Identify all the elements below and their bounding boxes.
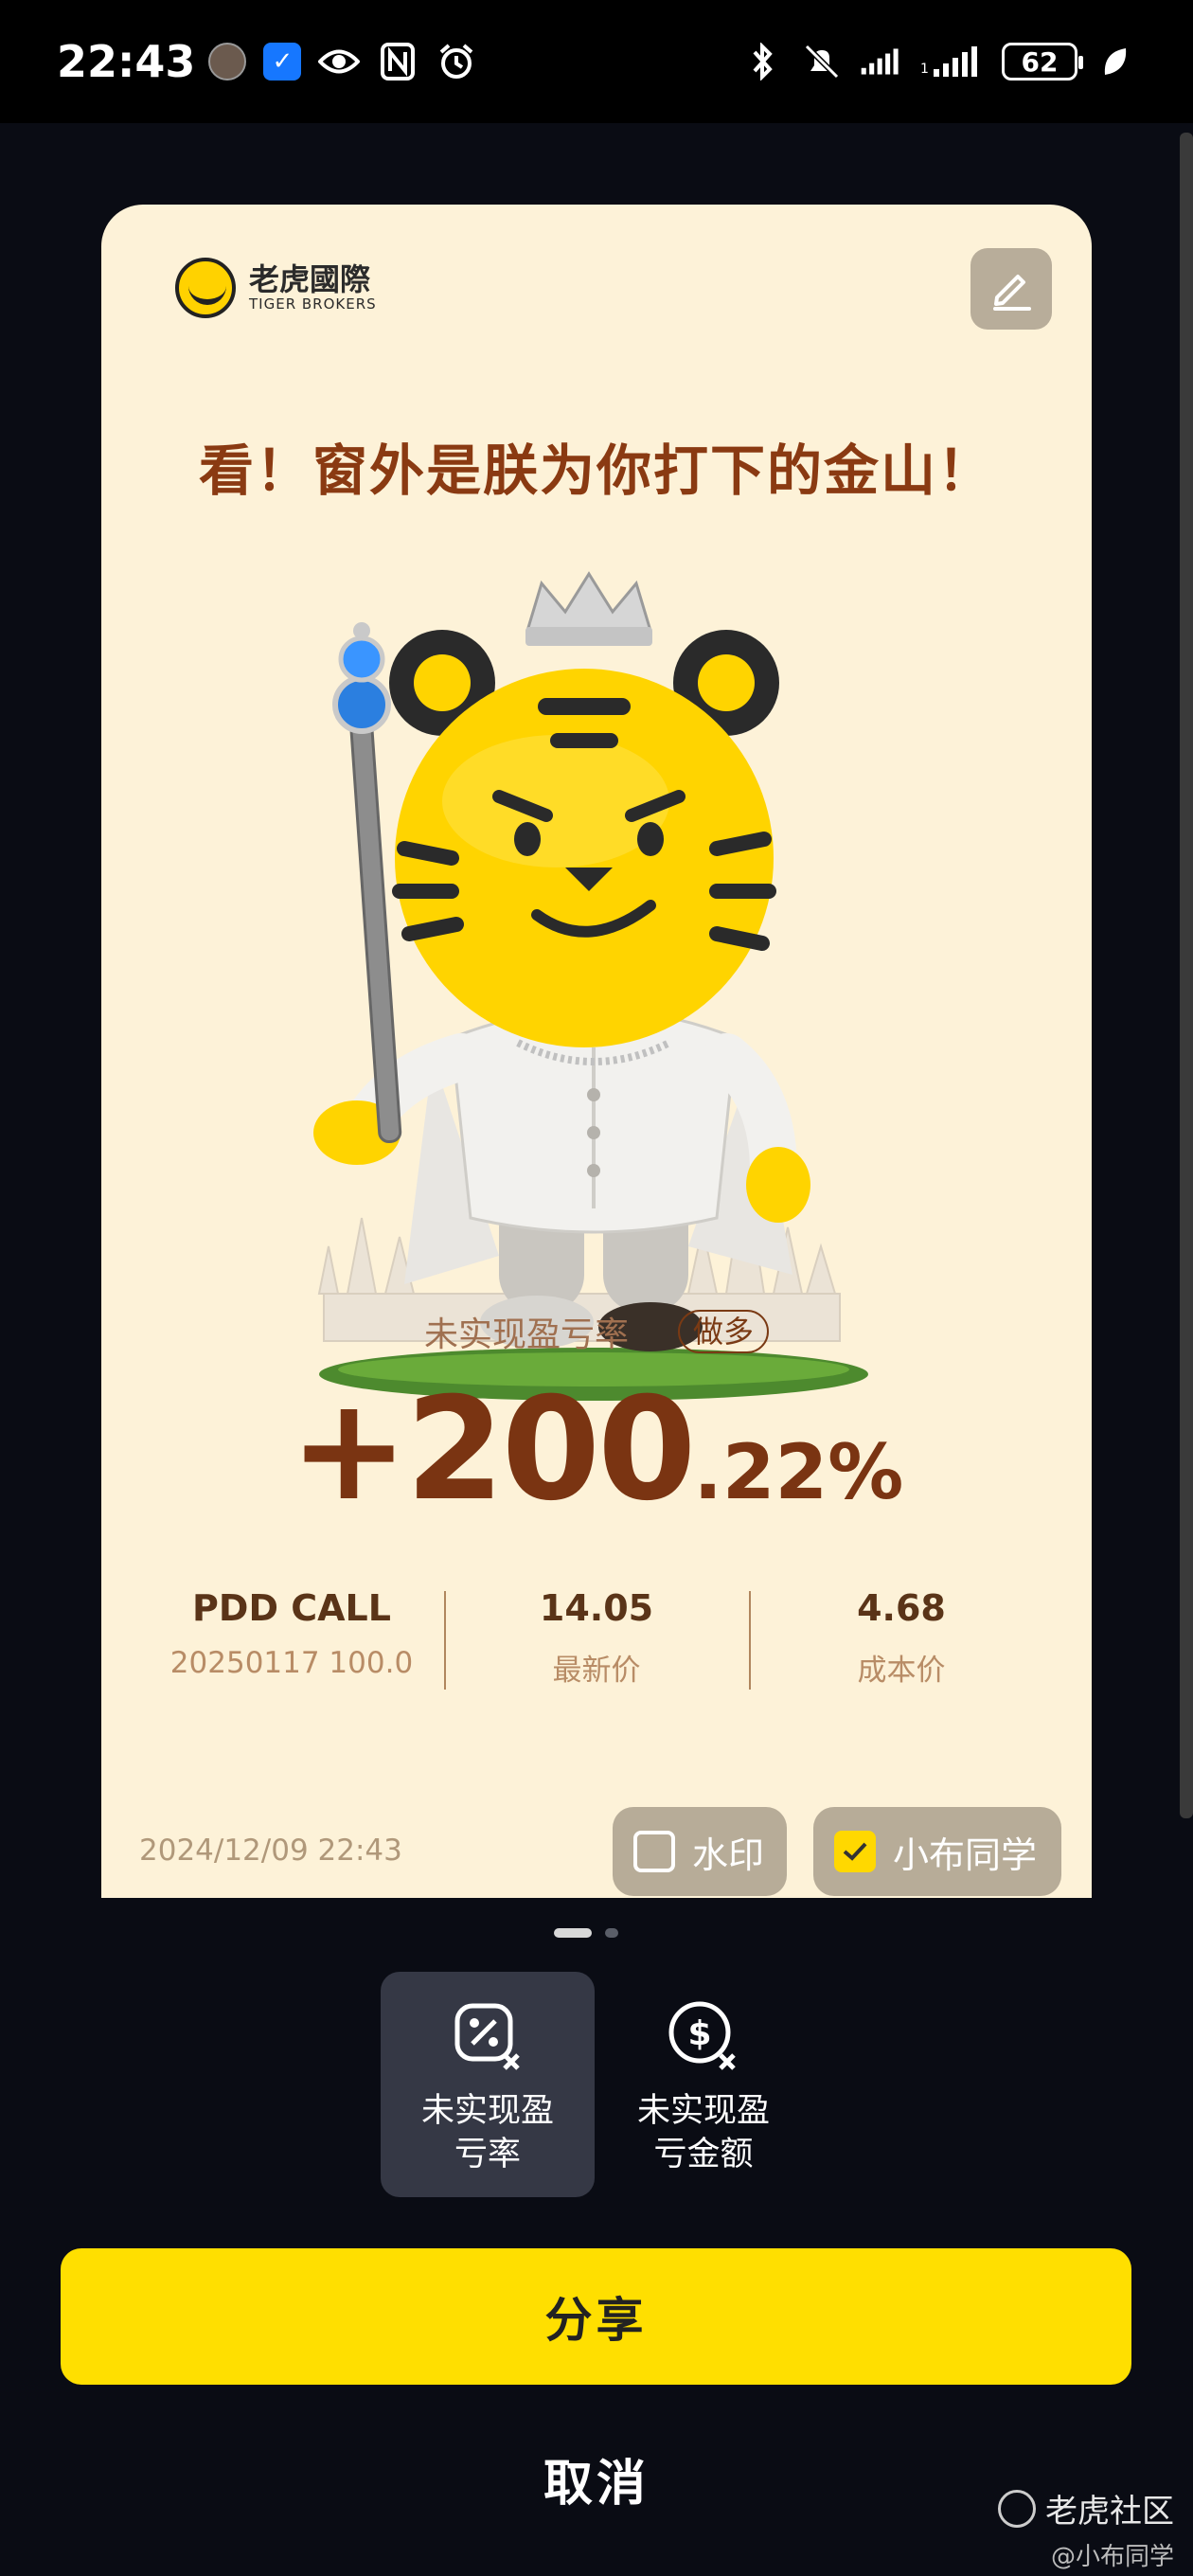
status-bar: 22:43 ✓ 1 62 <box>0 0 1193 123</box>
svg-text:$: $ <box>687 2014 711 2053</box>
stat-latest-price: 14.05 最新价 <box>444 1587 749 1690</box>
community-logo-icon <box>998 2489 1036 2528</box>
watermark-sub-text: @小布同学 <box>1050 2543 1174 2571</box>
watermark-main-text: 老虎社区 <box>1045 2493 1174 2531</box>
option-label: 未实现盈 亏率 <box>420 2092 554 2174</box>
stats-row: PDD CALL 20250117 100.0 14.05 最新价 4.68 成… <box>139 1587 1054 1690</box>
metric-label: 未实现盈亏率 <box>423 1315 629 1354</box>
edit-button[interactable] <box>970 248 1052 330</box>
metric-label-row: 未实现盈亏率 做多 <box>101 1307 1092 1356</box>
avatar-icon <box>208 43 247 80</box>
alarm-icon <box>436 41 477 82</box>
percent-icon <box>454 2003 520 2070</box>
status-icons-right: 1 62 <box>742 41 1136 82</box>
pager-dot-active[interactable] <box>554 1928 592 1938</box>
metric-value-main: +200 <box>289 1368 697 1532</box>
tiger-brokers-logo <box>175 258 236 318</box>
stat-contract-detail: 20250117 100.0 <box>169 1646 414 1680</box>
watermark-toggle[interactable]: 水印 <box>613 1807 787 1896</box>
brand-name: 老虎國際 <box>249 261 371 297</box>
mute-icon <box>801 41 843 82</box>
watermark-checkbox[interactable] <box>633 1831 675 1872</box>
signal-icon <box>860 41 901 82</box>
metric-value: +200.22% <box>101 1368 1092 1532</box>
card-date: 2024/12/09 22:43 <box>139 1834 402 1868</box>
watermark-label: 水印 <box>692 1834 765 1876</box>
stat-cost-price-label: 成本价 <box>857 1654 946 1688</box>
tiger-mascot-illustration <box>313 571 868 1401</box>
battery-icon: 62 <box>1002 43 1083 80</box>
signal-icon: 1 <box>918 41 985 82</box>
share-button[interactable]: 分享 <box>61 2248 1131 2385</box>
option-unrealized-pl-amount[interactable]: $ 未实现盈 亏金额 <box>596 1972 810 2197</box>
battery-level: 62 <box>1021 45 1059 78</box>
eye-icon <box>318 41 361 82</box>
headline: 看！窗外是朕为你打下的金山！ <box>198 438 994 503</box>
nfc-icon <box>377 41 418 82</box>
card-pager <box>554 1928 618 1938</box>
brand: 老虎國際 TIGER BROKERS <box>175 258 377 318</box>
status-time: 22:43 <box>57 36 196 87</box>
stat-contract-name: PDD CALL <box>192 1587 391 1629</box>
xiaobu-checkbox[interactable] <box>834 1831 876 1872</box>
direction-badge: 做多 <box>678 1310 770 1353</box>
metric-value-decimal: .22% <box>693 1428 904 1516</box>
pager-dot[interactable] <box>605 1928 618 1938</box>
edit-icon <box>993 275 1031 311</box>
option-unrealized-pl-rate[interactable]: 未实现盈 亏率 <box>381 1972 595 2197</box>
stat-cost-price: 4.68 成本价 <box>749 1587 1054 1690</box>
next-card-edge <box>1180 133 1193 1818</box>
xiaobu-label: 小布同学 <box>893 1834 1038 1876</box>
status-icons-left: ✓ <box>208 41 477 82</box>
dollar-icon: $ <box>668 2001 736 2070</box>
bluetooth-icon <box>742 41 784 82</box>
stat-latest-price-value: 14.05 <box>539 1587 654 1629</box>
stat-contract: PDD CALL 20250117 100.0 <box>139 1587 444 1689</box>
stat-latest-price-label: 最新价 <box>552 1654 641 1688</box>
community-watermark: 老虎社区 @小布同学 <box>998 2485 1174 2572</box>
xiaobu-toggle[interactable]: 小布同学 <box>813 1807 1061 1896</box>
app-icon: ✓ <box>263 43 302 80</box>
stat-cost-price-value: 4.68 <box>857 1587 946 1629</box>
check-icon <box>843 1842 867 1861</box>
option-label: 未实现盈 亏金额 <box>636 2092 770 2174</box>
brand-subtitle: TIGER BROKERS <box>249 295 377 313</box>
leaf-icon <box>1095 41 1136 82</box>
svg-text:1: 1 <box>920 62 929 77</box>
share-card: 老虎國際 TIGER BROKERS 看！窗外是朕为你打下的金山！ 未实现盈亏率… <box>101 205 1092 1898</box>
